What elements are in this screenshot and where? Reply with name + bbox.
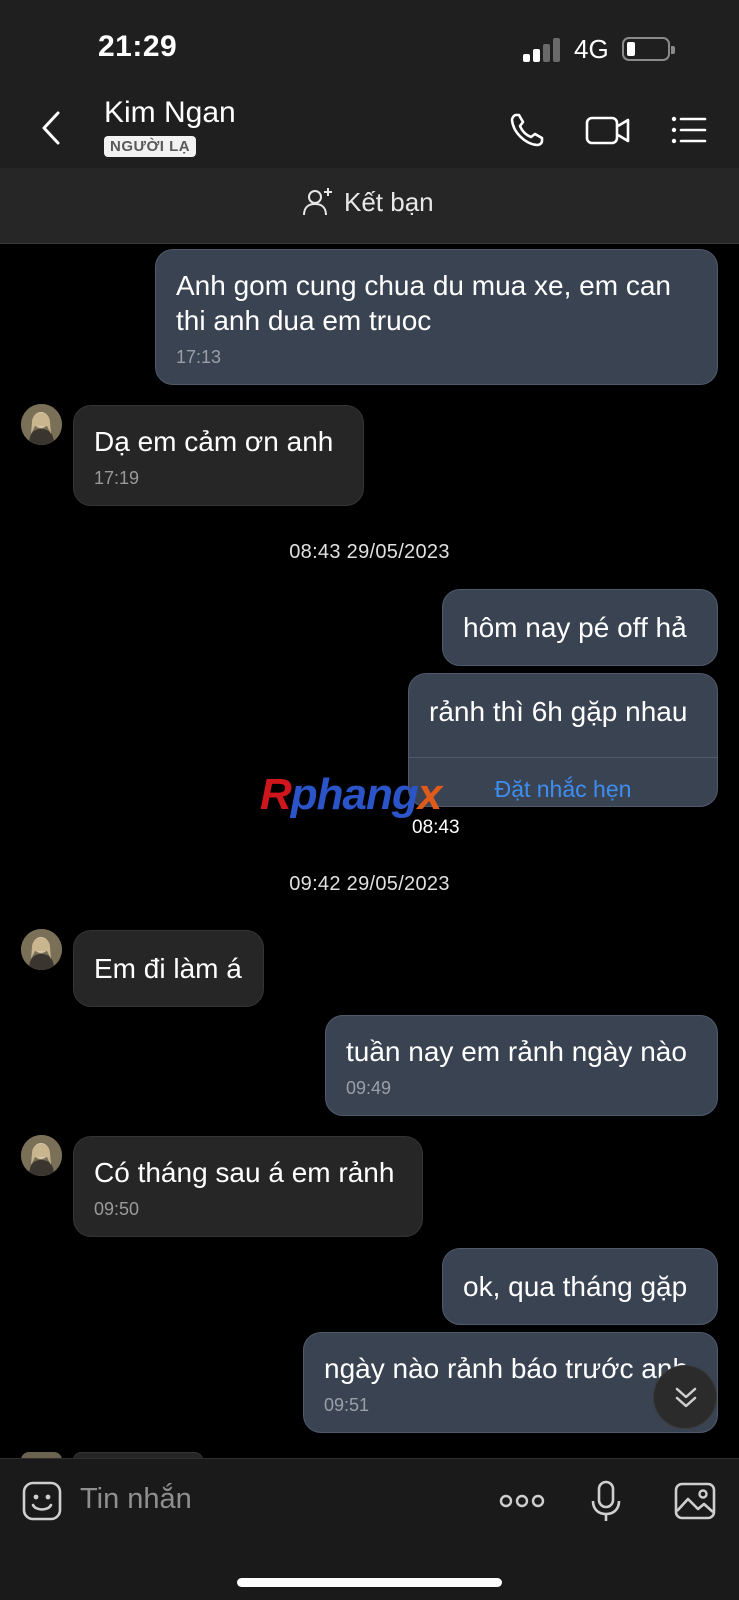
sticker-icon [22,1481,62,1521]
voice-button[interactable] [584,1479,628,1523]
message-input[interactable]: Tin nhắn [80,1483,192,1516]
message-text: Em đi làm á [94,953,242,984]
message-time: 09:49 [346,1078,392,1098]
image-icon [674,1482,716,1520]
menu-button[interactable] [669,110,709,150]
video-call-icon [585,116,630,145]
message-bubble[interactable]: Có tháng sau á em rảnh 09:50 [73,1136,423,1237]
back-icon [42,111,60,145]
message-text: ok, qua tháng gặp [463,1271,688,1302]
contact-name[interactable]: Kim Ngan [104,96,236,130]
home-indicator[interactable] [237,1578,502,1587]
scroll-to-bottom-button[interactable] [653,1365,717,1429]
message-text: rảnh thì 6h gặp nhau [429,696,688,727]
message-text: hôm nay pé off hả [463,612,687,643]
message-bubble[interactable]: rảnh thì 6h gặp nhau Đặt nhắc hẹn [408,673,718,807]
signal-icon [523,38,563,62]
avatar[interactable] [21,929,62,970]
avatar[interactable] [21,404,62,445]
message-time: 08:43 [412,817,460,838]
microphone-icon [591,1480,621,1521]
add-user-icon [303,188,332,216]
avatar[interactable] [21,1135,62,1176]
sticker-button[interactable] [20,1479,64,1523]
more-button[interactable] [498,1479,546,1523]
phone-icon [510,113,544,147]
message-text: ngày nào rảnh báo trước anh [324,1353,689,1384]
message-time: 17:19 [94,468,140,488]
message-bubble[interactable]: Dạ em cảm ơn anh 17:19 [73,405,364,506]
message-time: 09:50 [94,1199,140,1219]
chat-header: Kim Ngan NGƯỜI LẠ [0,92,739,168]
call-button[interactable] [507,110,547,150]
message-time: 09:51 [324,1395,370,1415]
menu-list-icon [671,116,707,144]
message-time: 17:13 [176,347,222,367]
image-button[interactable] [673,1479,717,1523]
date-separator: 09:42 29/05/2023 [289,873,450,895]
message-bubble[interactable]: ok, qua tháng gặp [442,1248,718,1325]
message-bubble[interactable]: Anh gom cung chua du mua xe, em can thi … [155,249,718,385]
message-text: tuần nay em rảnh ngày nào [346,1036,687,1067]
status-time: 21:29 [98,30,178,63]
message-composer: Tin nhắn [0,1458,739,1600]
watermark-logo: Rphangx [260,770,442,819]
set-reminder-link[interactable]: Đặt nhắc hẹn [409,757,717,807]
message-bubble[interactable]: Em đi làm á [73,930,264,1007]
date-separator: 08:43 29/05/2023 [289,541,450,563]
back-button[interactable] [30,106,74,150]
message-bubble[interactable]: hôm nay pé off hả [442,589,718,666]
message-bubble[interactable]: tuần nay em rảnh ngày nào 09:49 [325,1015,718,1116]
video-call-button[interactable] [585,110,631,150]
message-text: Có tháng sau á em rảnh [94,1157,395,1188]
message-text: Anh gom cung chua du mua xe, em can thi … [176,270,671,336]
stranger-badge: NGƯỜI LẠ [104,136,197,157]
message-text: Dạ em cảm ơn anh [94,426,334,457]
add-friend-label: Kết bạn [344,186,434,217]
add-friend-bar: Kết bạn [0,168,739,244]
status-bar: 21:29 4G [0,0,739,92]
battery-icon [622,37,675,61]
network-label: 4G [574,34,609,64]
more-dots-icon [499,1494,545,1508]
add-friend-button[interactable]: Kết bạn [302,186,434,218]
double-chevron-down-icon [675,1387,697,1408]
